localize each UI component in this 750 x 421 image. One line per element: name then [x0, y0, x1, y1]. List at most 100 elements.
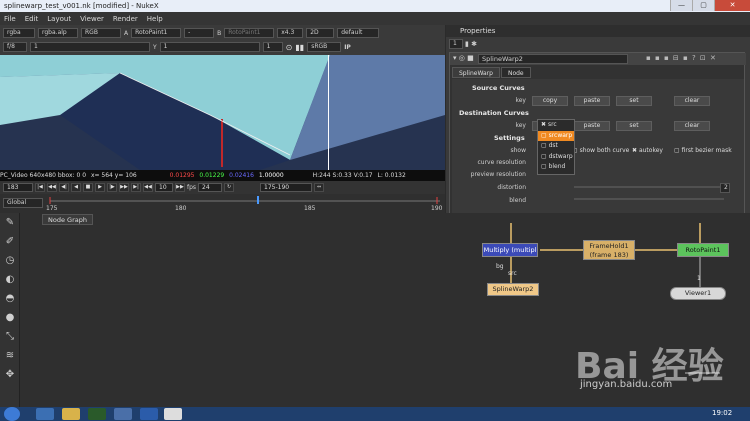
alpha-select[interactable]: rgba.alp — [38, 28, 78, 38]
brush-icon[interactable]: ✐ — [0, 232, 20, 251]
range-lock-icon[interactable]: ⇔ — [314, 183, 325, 192]
show-dropdown[interactable]: ✖ src ▢ srcwarp ▢ dst ▢ dstwarp ▢ blend — [537, 119, 575, 175]
menu-viewer[interactable]: Viewer — [80, 15, 104, 23]
framehold-node[interactable]: FrameHold1 (frame 183) — [583, 240, 635, 260]
dropdown-item-dst[interactable]: ▢ dst — [538, 141, 574, 152]
first-bezier-mask-checkbox[interactable]: ▢ first bezier mask — [674, 147, 732, 154]
node-graph[interactable]: Node Graph Multiply (multipl bg src Fram… — [20, 213, 750, 407]
menu-layout[interactable]: Layout — [47, 15, 71, 23]
start-button[interactable] — [4, 407, 20, 421]
splinewarp-node[interactable]: SplineWarp2 — [487, 283, 539, 296]
jump-back-button[interactable]: ◀◀ — [143, 183, 153, 192]
dropdown-item-blend[interactable]: ▢ blend — [538, 162, 574, 173]
dropdown-item-src[interactable]: ✖ src — [538, 120, 574, 131]
fstop-select[interactable]: f/8 — [3, 42, 27, 52]
source-clear-button[interactable]: clear — [674, 96, 710, 106]
clock-icon[interactable]: ◷ — [0, 251, 20, 270]
display-channel-select[interactable]: RGB — [81, 28, 121, 38]
show-both-curve-checkbox[interactable]: ▢ show both curve — [572, 147, 629, 154]
loop-icon[interactable]: ↻ — [224, 183, 235, 192]
viewer-node[interactable]: Viewer1 — [670, 287, 726, 300]
source-copy-button[interactable]: copy — [532, 96, 568, 106]
dest-paste-button[interactable]: paste — [574, 121, 610, 131]
tab-node[interactable]: Node — [500, 67, 531, 78]
first-frame-button[interactable]: |◀ — [35, 183, 45, 192]
stop-button[interactable]: ■ — [83, 183, 93, 192]
zoom-select[interactable]: x4.3 — [277, 28, 304, 38]
prev-key-button[interactable]: ◀◀ — [47, 183, 57, 192]
menu-file[interactable]: File — [4, 15, 16, 23]
proxy-select[interactable]: 1 — [262, 42, 283, 52]
maximize-button[interactable]: ▢ — [692, 0, 714, 11]
close-button[interactable]: ✕ — [714, 0, 750, 11]
taskbar-explorer-icon[interactable] — [62, 408, 80, 420]
taskbar-word-icon[interactable] — [140, 408, 158, 420]
timeline[interactable]: Global 175 180 185 190 — [0, 194, 445, 213]
alpha-value: 1.00000 — [258, 172, 284, 179]
destination-curves-header: Destination Curves — [459, 109, 529, 117]
play-forward-button[interactable]: ▶ — [95, 183, 105, 192]
layers-icon[interactable]: ≋ — [0, 346, 20, 365]
bezier-icon[interactable]: ⤡ — [0, 327, 20, 346]
increment-field[interactable]: 10 — [155, 183, 173, 192]
next-key-button[interactable]: ▶▶ — [119, 183, 129, 192]
watermark-url: jingyan.baidu.com — [580, 379, 673, 390]
pause-icon[interactable]: ▮▮ — [295, 43, 304, 52]
taskbar-ie-icon[interactable] — [36, 408, 54, 420]
multiply-node[interactable]: Multiply (multipl — [482, 243, 538, 257]
panel-body: Source Curves key copy paste set clear D… — [452, 79, 744, 229]
menu-help[interactable]: Help — [147, 15, 163, 23]
view-mode-select[interactable]: 2D — [306, 28, 335, 38]
play-backward-button[interactable]: ◀ — [71, 183, 81, 192]
b-input-select[interactable]: RotoPaint1 — [224, 28, 275, 38]
viewer-canvas[interactable] — [0, 55, 445, 170]
colorspace-select[interactable]: sRGB — [307, 42, 342, 52]
prev-frame-button[interactable]: ◀| — [59, 183, 69, 192]
taskbar-nuke-icon[interactable] — [164, 408, 182, 420]
dest-set-button[interactable]: set — [616, 121, 652, 131]
channel-select[interactable]: rgba — [3, 28, 35, 38]
next-frame-button[interactable]: |▶ — [107, 183, 117, 192]
taskbar-media-icon[interactable] — [88, 408, 106, 420]
droplet-icon[interactable]: ◓ — [0, 289, 20, 308]
last-frame-button[interactable]: ▶| — [131, 183, 141, 192]
lock-icon[interactable]: ⊙ — [286, 43, 293, 52]
max-panels-field[interactable]: 1 — [449, 39, 463, 49]
clock-time: 19:02 — [712, 409, 733, 417]
node-icons[interactable]: ▾ ◎ ■ — [453, 54, 474, 62]
dropdown-item-dstwarp[interactable]: ▢ dstwarp — [538, 152, 574, 163]
autokey-checkbox[interactable]: ✖ autokey — [632, 147, 663, 154]
gamma-field[interactable]: 1 — [159, 42, 260, 52]
menu-edit[interactable]: Edit — [25, 15, 39, 23]
viewer-toolbar: rgba rgba.alp RGB A RotoPaint1 - B RotoP… — [0, 25, 445, 55]
clear-panels-icon[interactable]: ▮ ✱ — [465, 40, 477, 48]
move-icon[interactable]: ✥ — [0, 365, 20, 384]
panel-tool-icons[interactable]: ▪ ▪ ▪ ⊟ ▪ ? ⊡ ✕ — [646, 54, 717, 62]
palette-icon[interactable]: ◐ — [0, 270, 20, 289]
menu-render[interactable]: Render — [113, 15, 138, 23]
tab-splinewarp[interactable]: SplineWarp — [452, 67, 500, 78]
node-panel-titlebar: ▾ ◎ ■ SplineWarp2 ▪ ▪ ▪ ⊟ ▪ ? ⊡ ✕ — [450, 53, 746, 65]
dropdown-item-srcwarp[interactable]: ▢ srcwarp — [538, 130, 574, 141]
pencil-icon[interactable]: ✎ — [0, 213, 20, 232]
ip-button[interactable]: IP — [344, 44, 351, 51]
current-frame-field[interactable]: 183 — [3, 183, 33, 192]
source-paste-button[interactable]: paste — [574, 96, 610, 106]
a-input-label: A — [124, 29, 129, 37]
gain-field[interactable]: 1 — [30, 42, 150, 52]
a-input-select[interactable]: RotoPaint1 — [131, 28, 182, 38]
fps-field[interactable]: 24 — [198, 183, 223, 192]
source-set-button[interactable]: set — [616, 96, 652, 106]
blend-mode-select[interactable]: - — [184, 28, 215, 38]
minimize-button[interactable]: — — [670, 0, 692, 11]
lut-select[interactable]: default — [337, 28, 380, 38]
frame-range-field[interactable]: 175-190 — [260, 183, 313, 192]
taskbar-app-icon[interactable] — [114, 408, 132, 420]
node-name-field[interactable]: SplineWarp2 — [478, 54, 628, 64]
source-curves-header: Source Curves — [472, 84, 525, 92]
jump-forward-button[interactable]: ▶▶ — [175, 183, 185, 192]
rotopaint-node[interactable]: RotoPaint1 — [677, 243, 729, 257]
dest-clear-button[interactable]: clear — [674, 121, 710, 131]
sphere-icon[interactable]: ● — [0, 308, 20, 327]
distortion-field[interactable]: 2 — [720, 183, 730, 193]
